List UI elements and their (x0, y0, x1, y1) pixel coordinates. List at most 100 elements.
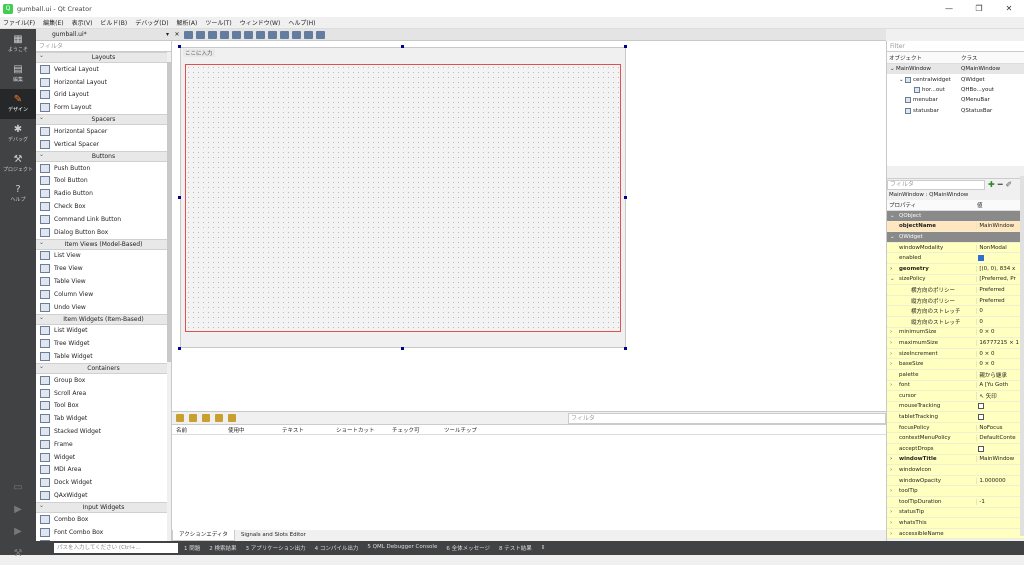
menu-item[interactable]: 表示(V) (72, 18, 93, 27)
property-scrollbar[interactable] (1020, 176, 1024, 536)
widget-category-input-widgets[interactable]: Input Widgets (36, 501, 171, 513)
widget-item-tool-box[interactable]: Tool Box (36, 400, 171, 413)
widget-item-scroll-area[interactable]: Scroll Area (36, 387, 171, 400)
tab-action-editor[interactable]: アクションエディタ (172, 530, 235, 541)
widget-item-font-combo-box[interactable]: Font Combo Box (36, 526, 171, 539)
object-filter-input[interactable]: Filter (887, 41, 1024, 52)
property-row-statustip[interactable]: › statusTip (887, 507, 1024, 519)
object-tree-row[interactable]: ⌄ centralwidget QWidget (887, 74, 1024, 85)
widget-item-column-view[interactable]: Column View (36, 288, 171, 301)
property-row-[interactable]: 横方向のポリシー Preferred (887, 285, 1024, 296)
layout-form-icon[interactable] (292, 30, 301, 39)
property-row-tooltip[interactable]: › toolTip (887, 486, 1024, 498)
paste-action-icon[interactable] (202, 414, 210, 422)
expand-icon[interactable]: ⌄ (890, 213, 895, 219)
class-column-header[interactable]: クラス (961, 54, 977, 62)
property-row-basesize[interactable]: › baseSize 0 × 0 (887, 359, 1024, 370)
widget-item-form-layout[interactable]: Form Layout (36, 101, 171, 114)
property-value[interactable]: NonModal (976, 244, 1024, 251)
expand-icon[interactable]: › (890, 329, 892, 335)
widget-item-dialog-button-box[interactable]: Dialog Button Box (36, 226, 171, 239)
widget-item-push-button[interactable]: Push Button (36, 162, 171, 175)
delete-action-icon[interactable] (215, 414, 223, 422)
widget-item-radio-button[interactable]: Radio Button (36, 187, 171, 200)
edit-buddies-icon[interactable] (208, 30, 217, 39)
action-column-header[interactable]: ショートカット (336, 426, 392, 434)
widget-item-tab-widget[interactable]: Tab Widget (36, 412, 171, 425)
property-value[interactable]: 0 × 0 (976, 361, 1024, 368)
output-pane-button[interactable]: 6 全体メッセージ (446, 544, 490, 552)
edit-widgets-icon[interactable] (184, 30, 193, 39)
widget-item-mdi-area[interactable]: MDI Area (36, 464, 171, 477)
mode-1-button[interactable]: ▤ 編集 (0, 59, 36, 89)
property-value[interactable]: NoFocus (976, 424, 1024, 431)
mode-2-button[interactable]: ✎ デザイン (0, 89, 36, 119)
layout-grid-icon[interactable] (280, 30, 289, 39)
widget-item-tree-widget[interactable]: Tree Widget (36, 337, 171, 350)
property-row-windowicon[interactable]: › windowIcon (887, 465, 1024, 476)
widget-item-vertical-layout[interactable]: Vertical Layout (36, 63, 171, 76)
property-row-tooltipduration[interactable]: toolTipDuration -1 (887, 497, 1024, 508)
widget-category-layouts[interactable]: Layouts (36, 51, 171, 63)
property-value[interactable]: Preferred (976, 297, 1024, 304)
expand-icon[interactable]: › (890, 488, 892, 494)
menu-item[interactable]: ツール(T) (205, 18, 231, 27)
widget-item-widget[interactable]: Widget (36, 451, 171, 464)
property-row-focuspolicy[interactable]: focusPolicy NoFocus (887, 422, 1024, 434)
form-canvas[interactable]: ここに入力 (172, 41, 886, 411)
widget-item-horizontal-spacer[interactable]: Horizontal Spacer (36, 125, 171, 138)
widget-item-tree-view[interactable]: Tree View (36, 262, 171, 275)
layout-horizontal-icon[interactable] (232, 30, 241, 39)
property-value[interactable]: Preferred (976, 286, 1024, 293)
widget-item-list-widget[interactable]: List Widget (36, 325, 171, 338)
checkbox[interactable] (978, 255, 984, 262)
output-pane-button[interactable]: 1 問題 (184, 544, 200, 552)
widget-item-undo-view[interactable]: Undo View (36, 301, 171, 314)
widget-item-frame[interactable]: Frame (36, 438, 171, 451)
property-value[interactable]: 0 × 0 (976, 350, 1024, 357)
add-property-icon[interactable]: ✚ (988, 180, 995, 189)
property-row-windowmodality[interactable]: windowModality NonModal (887, 242, 1024, 254)
widget-item-tool-button[interactable]: Tool Button (36, 175, 171, 188)
open-document-selector[interactable]: gumball.ui* ▾ (36, 31, 172, 38)
resize-handle[interactable] (178, 196, 181, 199)
widget-item-check-box[interactable]: Check Box (36, 200, 171, 213)
widget-item-dock-widget[interactable]: Dock Widget (36, 476, 171, 489)
action-filter-input[interactable]: フィルタ (568, 413, 886, 424)
main-window-form[interactable]: ここに入力 (180, 47, 626, 348)
property-value[interactable]: DefaultConte (976, 435, 1024, 442)
property-row-[interactable]: 縦方向のポリシー Preferred (887, 295, 1024, 307)
output-pane-button[interactable]: 8 テスト結果 (499, 544, 532, 552)
copy-action-icon[interactable] (189, 414, 197, 422)
maximize-button[interactable]: ❐ (964, 0, 994, 17)
more-panes-icon[interactable]: ⇕ (541, 545, 546, 551)
widget-category-buttons[interactable]: Buttons (36, 150, 171, 162)
close-document-button[interactable]: ✕ (172, 31, 182, 38)
checkbox[interactable] (978, 403, 984, 410)
property-row-maximumsize[interactable]: › maximumSize 16777215 × 1 (887, 338, 1024, 349)
checkbox[interactable] (978, 414, 984, 421)
widget-filter-input[interactable]: フィルタ (36, 41, 171, 52)
action-column-header[interactable]: ツールチップ (444, 426, 504, 434)
debug-run-icon[interactable]: ▶ (0, 521, 36, 543)
widget-category-containers[interactable]: Containers (36, 362, 171, 374)
widget-item-command-link-button[interactable]: Command Link Button (36, 213, 171, 226)
property-row-qobject[interactable]: ⌄ QObject (887, 211, 1024, 222)
menu-type-here[interactable]: ここに入力 (183, 49, 215, 57)
action-column-header[interactable]: チェック可 (392, 426, 444, 434)
value-column-header[interactable]: 値 (977, 201, 983, 209)
property-row-windowtitle[interactable]: › windowTitle MainWindow (887, 454, 1024, 466)
action-column-header[interactable]: テキスト (282, 426, 336, 434)
locator-input[interactable]: パスを入力してください (Ctrl+... (54, 543, 178, 553)
property-row-acceptdrops[interactable]: acceptDrops (887, 444, 1024, 455)
edit-tab-order-icon[interactable] (220, 30, 229, 39)
resize-handle[interactable] (178, 45, 181, 48)
property-row-font[interactable]: › font A [Yu Goth (887, 380, 1024, 392)
widget-item-vertical-spacer[interactable]: Vertical Spacer (36, 138, 171, 151)
property-row-[interactable]: 縦方向のストレッチ 0 (887, 316, 1024, 328)
property-value[interactable]: ↖ 矢印 (976, 391, 1024, 400)
minimize-button[interactable]: — (934, 0, 964, 17)
property-row-enabled[interactable]: enabled (887, 253, 1024, 264)
expand-icon[interactable]: › (890, 340, 892, 346)
property-value[interactable]: 親から継承 (976, 370, 1024, 379)
